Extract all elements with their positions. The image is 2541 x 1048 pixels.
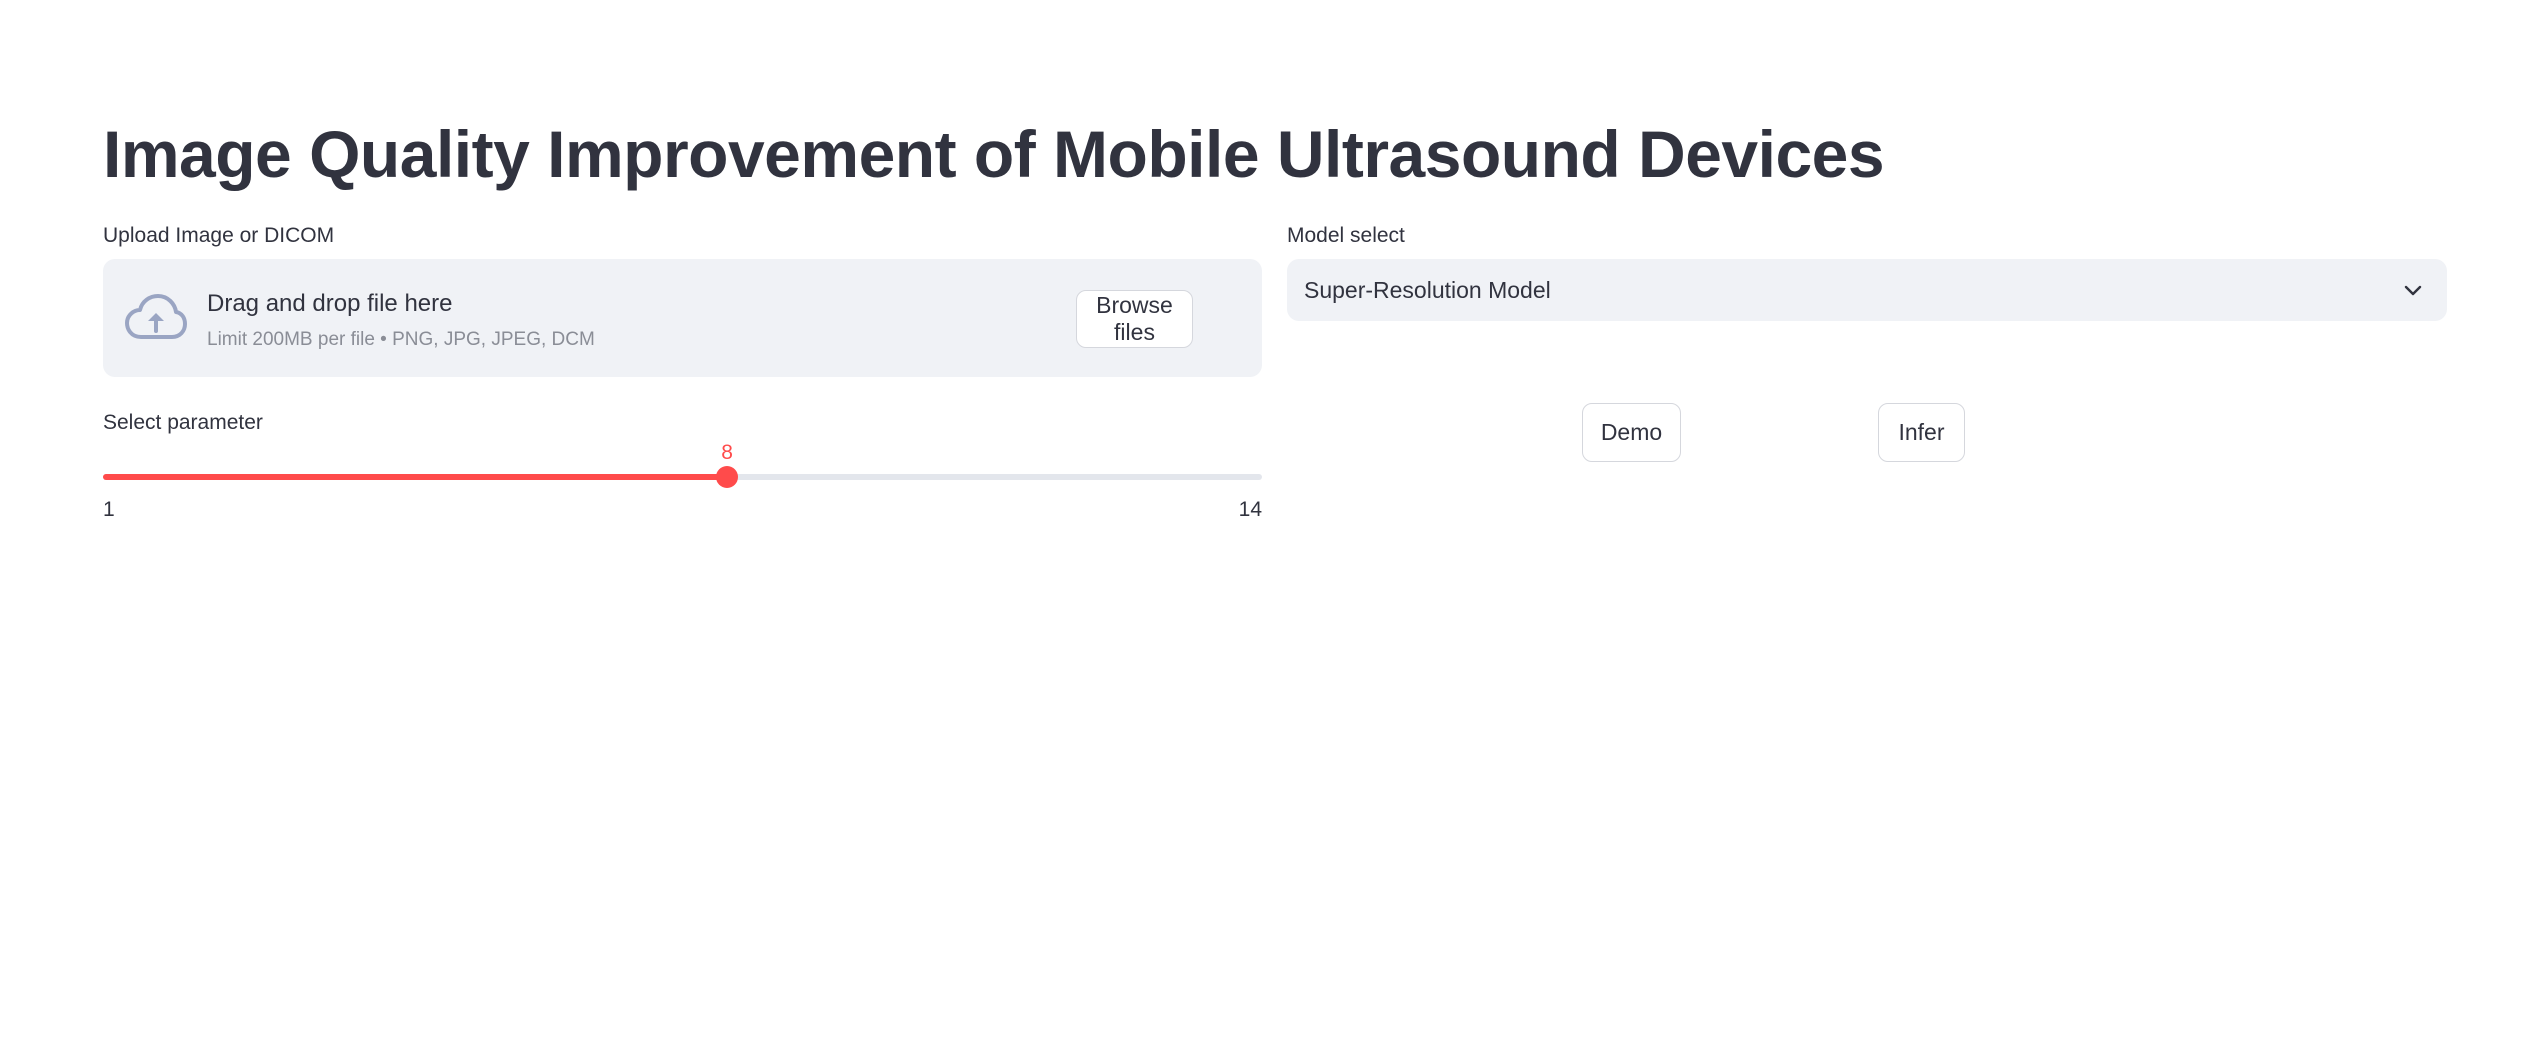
model-select[interactable]: Super-Resolution Model	[1287, 259, 2447, 321]
slider-current-value: 8	[721, 441, 733, 464]
model-select-label: Model select	[1287, 224, 1405, 247]
slider-label: Select parameter	[103, 411, 263, 434]
browse-files-button[interactable]: Browse files	[1076, 290, 1193, 348]
dropzone-instructions: Drag and drop file here	[207, 290, 453, 317]
page: Image Quality Improvement of Mobile Ultr…	[0, 0, 2541, 1048]
slider-fill	[103, 474, 728, 480]
dropzone-limit-text: Limit 200MB per file • PNG, JPG, JPEG, D…	[207, 329, 595, 350]
page-title: Image Quality Improvement of Mobile Ultr…	[103, 117, 1885, 191]
model-select-value: Super-Resolution Model	[1304, 277, 1551, 303]
cloud-upload-icon	[125, 294, 187, 339]
chevron-down-icon	[2404, 285, 2422, 296]
slider-max-label: 14	[1238, 498, 1262, 521]
demo-button[interactable]: Demo	[1582, 403, 1681, 462]
file-dropzone[interactable]: Drag and drop file here Limit 200MB per …	[103, 259, 1262, 377]
infer-button[interactable]: Infer	[1878, 403, 1965, 462]
parameter-slider[interactable]	[103, 466, 1262, 488]
upload-label: Upload Image or DICOM	[103, 224, 335, 247]
slider-thumb[interactable]	[716, 466, 739, 488]
slider-min-label: 1	[103, 498, 115, 521]
